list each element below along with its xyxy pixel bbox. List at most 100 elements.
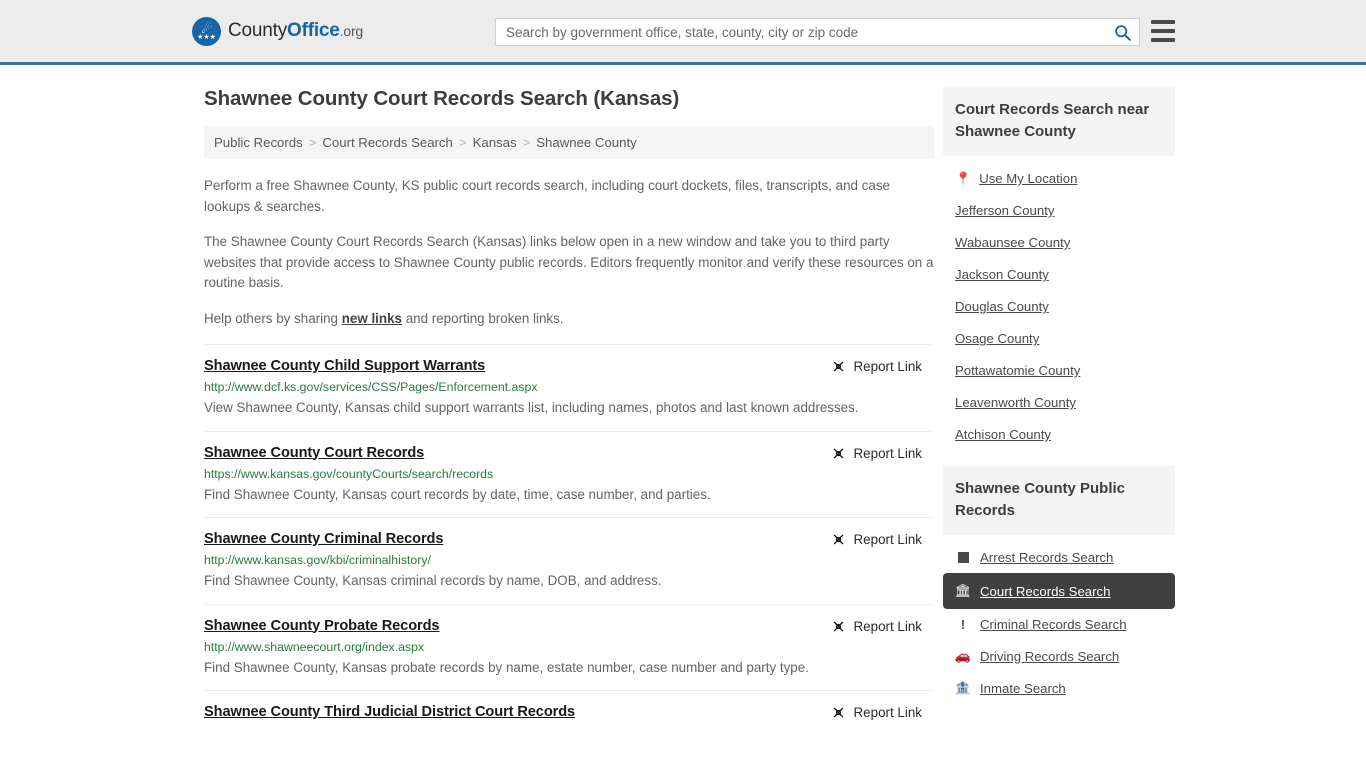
result-title-link[interactable]: Shawnee County Court Records: [204, 445, 424, 461]
near-counties-list: 📍 Use My Location Jefferson County Wabau…: [943, 156, 1175, 450]
county-link[interactable]: Pottawatomie County: [955, 363, 1080, 378]
broken-link-icon: [833, 448, 843, 458]
broken-link-icon: [833, 361, 843, 372]
intro-p3-before: Help others by sharing: [204, 310, 342, 326]
report-link-button[interactable]: Report Link: [831, 618, 922, 634]
report-link-button[interactable]: Report Link: [831, 445, 922, 461]
sidebar-item-driving-records-search[interactable]: 🚗 Driving Records Search: [943, 640, 1175, 672]
result-description: View Shawnee County, Kansas child suppor…: [204, 400, 859, 415]
page-body: Shawnee County Court Records Search (Kan…: [0, 65, 1366, 732]
new-links-link[interactable]: new links: [342, 311, 402, 326]
county-link[interactable]: Atchison County: [955, 427, 1051, 442]
result-description: Find Shawnee County, Kansas criminal rec…: [204, 573, 662, 588]
sidebar-county-jackson[interactable]: Jackson County: [943, 258, 1175, 290]
page-title: Shawnee County Court Records Search (Kan…: [204, 87, 680, 110]
sidebar-county-atchison[interactable]: Atchison County: [943, 418, 1175, 450]
result-header: Shawnee County Third Judicial District C…: [204, 704, 934, 720]
record-link[interactable]: Arrest Records Search: [980, 550, 1113, 565]
search-input[interactable]: [496, 24, 1105, 40]
result-url[interactable]: https://www.kansas.gov/countyCourts/sear…: [204, 467, 934, 481]
result-description: Find Shawnee County, Kansas court record…: [204, 486, 711, 502]
public-records-list: Arrest Records Search 🏛 Court Records Se…: [943, 535, 1175, 704]
site-header: ☄ ★★★ CountyOffice.org: [0, 0, 1366, 65]
square-badge-icon: [955, 552, 971, 563]
breadcrumb-separator: >: [522, 135, 531, 150]
sidebar-item-inmate-search[interactable]: 🏦 Inmate Search: [943, 672, 1175, 704]
public-records-panel-title: Shawnee County Public Records: [943, 466, 1175, 535]
result-url[interactable]: http://www.kansas.gov/kbi/criminalhistor…: [204, 553, 934, 567]
record-link[interactable]: Driving Records Search: [980, 649, 1119, 664]
intro-p3-after: and reporting broken links.: [401, 310, 564, 326]
eagle-seal-icon: ☄ ★★★: [192, 16, 221, 46]
result-header: Shawnee County Court Records Report Link: [204, 445, 934, 461]
main-content: Shawnee County Court Records Search (Kan…: [204, 87, 934, 732]
exclamation-icon: !: [960, 617, 966, 632]
use-my-location-item[interactable]: 📍 Use My Location: [943, 162, 1175, 194]
sidebar-item-criminal-records-search[interactable]: ! Criminal Records Search: [943, 609, 1175, 640]
search-icon: [1114, 24, 1131, 41]
report-link-button[interactable]: Report Link: [831, 531, 922, 547]
logo-text: CountyOffice.org: [228, 20, 363, 42]
county-link[interactable]: Jackson County: [955, 267, 1049, 282]
result-title-link[interactable]: Shawnee County Probate Records: [204, 618, 440, 634]
broken-link-icon: [833, 534, 843, 545]
car-icon: 🚗: [954, 648, 972, 663]
use-my-location-link[interactable]: Use My Location: [979, 171, 1077, 186]
county-link[interactable]: Osage County: [955, 331, 1039, 346]
result-header: Shawnee County Criminal Records Report L…: [204, 531, 934, 547]
result-title-link[interactable]: Shawnee County Third Judicial District C…: [204, 704, 575, 720]
sidebar-item-court-records-search[interactable]: 🏛 Court Records Search: [943, 573, 1175, 609]
sidebar-county-osage[interactable]: Osage County: [943, 322, 1175, 354]
broken-link-icon: [833, 621, 843, 631]
intro-paragraph-1: Perform a free Shawnee County, KS public…: [204, 178, 890, 214]
sidebar-county-leavenworth[interactable]: Leavenworth County: [943, 386, 1175, 418]
county-link[interactable]: Douglas County: [955, 299, 1049, 314]
hamburger-menu-icon[interactable]: [1151, 20, 1175, 42]
result-item: Shawnee County Court Records Report Link…: [204, 430, 934, 518]
county-link[interactable]: Wabaunsee County: [955, 235, 1070, 250]
result-item: Shawnee County Child Support Warrants Re…: [204, 344, 934, 431]
sidebar: Court Records Search near Shawnee County…: [943, 87, 1175, 732]
report-link-label: Report Link: [853, 618, 922, 634]
jail-building-icon: 🏦: [954, 680, 972, 695]
breadcrumb-separator: >: [308, 135, 317, 150]
search-bar[interactable]: [495, 18, 1140, 46]
result-item: Shawnee County Third Judicial District C…: [204, 690, 934, 732]
county-link[interactable]: Leavenworth County: [955, 395, 1076, 410]
result-title-link[interactable]: Shawnee County Child Support Warrants: [204, 358, 485, 374]
sidebar-county-pottawatomie[interactable]: Pottawatomie County: [943, 354, 1175, 386]
report-link-label: Report Link: [853, 445, 922, 461]
breadcrumb-item-court-records-search[interactable]: Court Records Search: [322, 135, 452, 150]
sidebar-item-arrest-records-search[interactable]: Arrest Records Search: [943, 542, 1175, 573]
result-header: Shawnee County Child Support Warrants Re…: [204, 358, 934, 374]
sidebar-county-jefferson[interactable]: Jefferson County: [943, 194, 1175, 226]
breadcrumb-item-kansas[interactable]: Kansas: [473, 135, 517, 150]
report-link-button[interactable]: Report Link: [831, 704, 922, 720]
broken-link-icon: [833, 707, 843, 718]
breadcrumb-item-public-records[interactable]: Public Records: [214, 135, 303, 150]
intro-paragraph-3: Help others by sharing new links and rep…: [204, 309, 934, 330]
breadcrumb-item-shawnee-county[interactable]: Shawnee County: [536, 135, 636, 150]
logo-text-part1: County: [228, 20, 288, 41]
logo-text-part3: .org: [339, 23, 364, 39]
intro-text: Perform a free Shawnee County, KS public…: [204, 176, 934, 329]
map-pin-icon: 📍: [955, 171, 972, 186]
report-link-button[interactable]: Report Link: [831, 358, 922, 374]
result-url[interactable]: http://www.dcf.ks.gov/services/CSS/Pages…: [204, 380, 934, 394]
sidebar-county-wabaunsee[interactable]: Wabaunsee County: [943, 226, 1175, 258]
near-panel-title: Court Records Search near Shawnee County: [943, 87, 1175, 156]
search-button[interactable]: [1105, 19, 1139, 45]
record-link[interactable]: Inmate Search: [980, 681, 1066, 696]
result-description: Find Shawnee County, Kansas probate reco…: [204, 659, 809, 675]
record-link[interactable]: Criminal Records Search: [980, 617, 1127, 632]
report-link-label: Report Link: [853, 359, 922, 374]
record-link[interactable]: Court Records Search: [980, 584, 1110, 599]
county-link[interactable]: Jefferson County: [955, 203, 1054, 218]
result-header: Shawnee County Probate Records Report Li…: [204, 618, 934, 634]
result-url[interactable]: http://www.shawneecourt.org/index.aspx: [204, 640, 934, 654]
site-logo[interactable]: ☄ ★★★ CountyOffice.org: [192, 16, 363, 46]
result-title-link[interactable]: Shawnee County Criminal Records: [204, 531, 443, 547]
sidebar-county-douglas[interactable]: Douglas County: [943, 290, 1175, 322]
result-item: Shawnee County Criminal Records Report L…: [204, 517, 934, 604]
breadcrumb: Public Records > Court Records Search > …: [204, 126, 934, 159]
